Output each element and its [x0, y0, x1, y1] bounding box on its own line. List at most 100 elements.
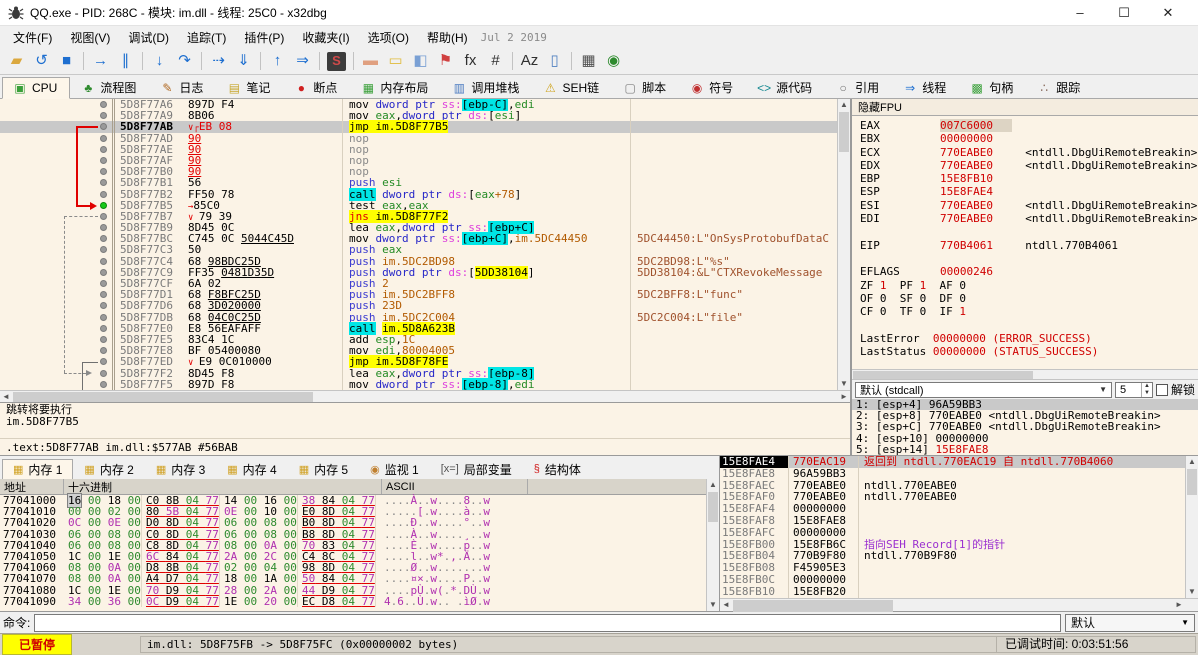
ascii-column-header[interactable]: ASCII	[382, 479, 528, 494]
tab-handles[interactable]: ▩ 句柄	[959, 76, 1026, 98]
tab-cpu[interactable]: ▣ CPU	[2, 77, 71, 99]
stack-row[interactable]: 15E8FB0C 00000000	[720, 574, 1185, 586]
eip-dot[interactable]	[100, 201, 107, 209]
stack-row[interactable]: 15E8FB10 15E8FB20	[720, 585, 1185, 598]
disassembly-view[interactable]: 5D8F77A6 897D F4 mov dword ptr ss:[ebp-C],…	[0, 99, 837, 390]
disassembly-vertical-scrollbar[interactable]: ▲ ▼	[837, 99, 850, 390]
breakpoint-dot[interactable]	[100, 335, 107, 343]
globe-icon[interactable]: ◉	[601, 50, 626, 73]
scroll-up-arrow[interactable]: ▲	[838, 99, 850, 111]
register-row-esp[interactable]: ESP 15E8FAE4	[860, 185, 1198, 198]
breakpoint-dot[interactable]	[100, 145, 107, 153]
argument-count-stepper[interactable]: 5 ▲ ▼	[1114, 381, 1153, 398]
register-row-edi[interactable]: EDI 770EABE0 <ntdll.DbgUiRemoteBreakin>	[860, 212, 1198, 225]
stop-icon[interactable]: ■	[54, 50, 79, 73]
stack-row[interactable]: 15E8FB08 F45905E3	[720, 562, 1185, 574]
scroll-right-arrow[interactable]: ►	[1173, 599, 1185, 610]
command-language-select[interactable]: 默认 ▼	[1065, 613, 1195, 632]
tab-call-stack[interactable]: ▥ 调用堆栈	[441, 76, 532, 98]
menu-item-3[interactable]: 追踪(T)	[178, 27, 235, 48]
register-flags-row[interactable]: LastStatus 00000000 (STATUS_SUCCESS)	[860, 345, 1198, 358]
scroll-up-arrow[interactable]: ▲	[1186, 456, 1198, 468]
tab-dump-5[interactable]: ▦ 内存 5	[288, 458, 359, 479]
stack-row[interactable]: 15E8FAF8 15E8FAE8	[720, 515, 1185, 527]
tab-threads[interactable]: ⇒ 线程	[892, 76, 959, 98]
registers-horizontal-scrollbar[interactable]	[852, 369, 1198, 379]
stack-row[interactable]: 15E8FAF0 770EABE0 ntdll.770EABE0	[720, 491, 1185, 504]
functions-icon[interactable]: fx	[458, 50, 483, 73]
tab-references[interactable]: ○ 引用	[825, 76, 892, 98]
run-icon[interactable]: →	[88, 50, 113, 73]
tab-watch-1[interactable]: ◉ 监视 1	[359, 458, 430, 479]
stack-horizontal-scrollbar[interactable]: ◄ ►	[720, 597, 1198, 612]
stack-vertical-scrollbar[interactable]: ▲ ▼	[1185, 456, 1198, 598]
menu-item-1[interactable]: 视图(V)	[61, 27, 119, 48]
memory-rows[interactable]: 77041000 16 00 18 00 C0 8B 04 77 14 00 16 0…	[0, 493, 706, 607]
registers-view[interactable]: EAX 007C6000 EBX 00000000 ECX 770EABE0 <ntd…	[852, 116, 1198, 369]
breakpoint-dot[interactable]	[100, 123, 107, 131]
memory-row[interactable]: 77041090 34 00 36 00 0C D9 04 77 1E 00 20 0…	[0, 596, 706, 607]
stack-row[interactable]: 15E8FAE4 770EAC19 返回到 ntdll.770EAC19 自 ntd…	[720, 456, 1185, 468]
breakpoint-dot[interactable]	[100, 302, 107, 310]
breakpoint-dot[interactable]	[100, 347, 107, 355]
register-flags-row[interactable]: ZF 1 PF 1 AF 0	[860, 279, 1198, 292]
breakpoint-dot[interactable]	[100, 179, 107, 187]
scroll-right-arrow[interactable]: ►	[838, 391, 850, 402]
tab-memory-map[interactable]: ▦ 内存布局	[350, 76, 441, 98]
step-into-icon[interactable]: ↓	[147, 50, 172, 73]
step-over-icon[interactable]: ↷	[172, 50, 197, 73]
argument-row[interactable]: 5: [esp+14] 15E8FAE8	[852, 444, 1198, 455]
maximize-button[interactable]: ☐	[1102, 1, 1146, 25]
hide-fpu-button[interactable]: 隐藏FPU	[858, 99, 902, 115]
stack-row[interactable]: 15E8FAE8 96A59BB3	[720, 467, 1185, 480]
command-input[interactable]	[34, 613, 1061, 632]
stack-row[interactable]: 15E8FAF4 00000000	[720, 503, 1185, 515]
register-flags-row[interactable]: OF 0 SF 0 DF 0	[860, 292, 1198, 305]
register-row-ecx[interactable]: ECX 770EABE0 <ntdll.DbgUiRemoteBreakin>	[860, 146, 1198, 159]
tab-dump-4[interactable]: ▦ 内存 4	[216, 458, 287, 479]
spinner-arrows-icon[interactable]: ▲ ▼	[1141, 382, 1152, 397]
scroll-up-arrow[interactable]: ▲	[707, 479, 719, 491]
breakpoint-dot[interactable]	[100, 134, 107, 142]
calculator-icon[interactable]: ▦	[576, 50, 601, 73]
scroll-left-arrow[interactable]: ◄	[720, 599, 732, 610]
open-file-icon[interactable]: ▰	[4, 50, 29, 73]
breakpoint-dot[interactable]	[100, 324, 107, 332]
breakpoint-dot[interactable]	[100, 380, 107, 388]
register-flags-row[interactable]: CF 0 TF 0 IF 1	[860, 305, 1198, 318]
unlock-checkbox[interactable]	[1155, 383, 1168, 396]
hex-column-header[interactable]: 十六进制	[64, 479, 382, 494]
breakpoint-dot[interactable]	[100, 224, 107, 232]
stack-row[interactable]: 15E8FAFC 00000000	[720, 526, 1185, 539]
stack-row[interactable]: 15E8FB04 770B9F80 ntdll.770B9F80	[720, 550, 1185, 563]
stack-row[interactable]: 15E8FB00 15E8FB6C 指向SEH_Record[1]的指针	[720, 538, 1185, 551]
breakpoint-dot[interactable]	[100, 268, 107, 276]
step-out-icon[interactable]: ⇓	[231, 50, 256, 73]
disasm-row[interactable]: 5D8F77AB ∨┌EB 08 jmp im.5D8F77B5	[0, 120, 837, 134]
tab-graph[interactable]: ♣ 流程图	[70, 76, 149, 98]
menu-item-5[interactable]: 收藏夹(I)	[293, 27, 358, 48]
register-row-edx[interactable]: EDX 770EABE0 <ntdll.DbgUiRemoteBreakin>	[860, 159, 1198, 172]
breakpoint-dot[interactable]	[100, 190, 107, 198]
breakpoint-dot[interactable]	[100, 168, 107, 176]
patches-icon[interactable]: ▬	[358, 50, 383, 73]
memory-vertical-scrollbar[interactable]: ▲ ▼	[706, 479, 719, 611]
scroll-down-arrow[interactable]: ▼	[838, 378, 850, 390]
calling-convention-select[interactable]: 默认 (stdcall) ▼	[855, 381, 1112, 398]
hash-icon[interactable]: #	[483, 50, 508, 73]
tab-breakpoints[interactable]: ● 断点	[283, 76, 350, 98]
breakpoint-dot[interactable]	[100, 101, 107, 108]
labels-icon[interactable]: ◧	[408, 50, 433, 73]
case-icon[interactable]: Az	[517, 50, 542, 73]
breakpoint-dot[interactable]	[100, 291, 107, 299]
menu-item-7[interactable]: 帮助(H)	[418, 27, 477, 48]
tab-source[interactable]: <> 源代码	[746, 76, 825, 98]
menu-item-2[interactable]: 调试(D)	[119, 27, 178, 48]
register-row-eax[interactable]: EAX 007C6000	[860, 119, 1198, 133]
menu-item-4[interactable]: 插件(P)	[235, 27, 293, 48]
scroll-down-arrow[interactable]: ▼	[1186, 586, 1198, 598]
tab-trace[interactable]: ∴ 跟踪	[1026, 76, 1093, 98]
scroll-down-arrow[interactable]: ▼	[707, 599, 719, 611]
restart-icon[interactable]: ↺	[29, 50, 54, 73]
scylla-icon[interactable]: S	[327, 51, 346, 71]
